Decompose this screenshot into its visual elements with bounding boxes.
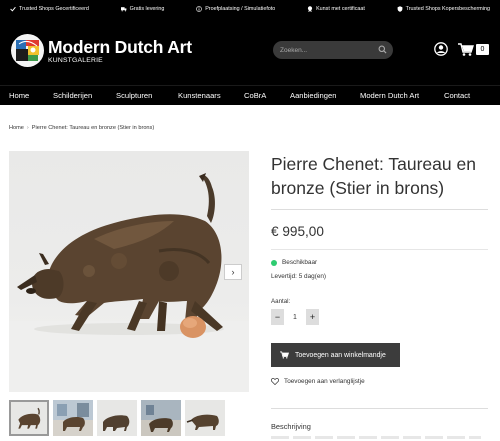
thumbnail-2[interactable]	[53, 400, 93, 436]
trust-item-label: Gratis levering	[129, 6, 165, 12]
divider	[271, 408, 488, 409]
trust-item-free-delivery: Gratis levering	[120, 6, 165, 12]
product-main-image[interactable]	[9, 151, 249, 392]
description-heading[interactable]: Beschrijving	[271, 422, 311, 431]
thumbnail-1[interactable]	[9, 400, 49, 436]
search-input[interactable]	[280, 46, 375, 54]
trust-item-label: Trusted Shops Gecertificeerd	[19, 6, 89, 12]
trust-item-label: Trusted Shops Kopersbescherming	[405, 6, 490, 12]
thumbnail-3[interactable]	[97, 400, 137, 436]
certificate-icon	[307, 6, 313, 12]
quantity-label: Aantal:	[271, 298, 291, 305]
thumbnail-strip	[9, 400, 249, 440]
nav-item-sculpturen[interactable]: Sculpturen	[116, 91, 152, 100]
trust-item-protection: Trusted Shops Kopersbescherming	[397, 6, 490, 12]
nav-item-contact[interactable]: Contact	[444, 91, 470, 100]
divider	[271, 249, 488, 250]
nav-item-kunstenaars[interactable]: Kunstenaars	[178, 91, 221, 100]
next-image-arrow[interactable]: ›	[224, 264, 242, 280]
nav-item-schilderijen[interactable]: Schilderijen	[53, 91, 92, 100]
heart-icon	[271, 378, 279, 385]
trust-item-proefplaatsing: Proefplaatsing / Simulatiefoto	[196, 6, 275, 12]
search-box[interactable]	[273, 41, 393, 59]
wishlist-label: Toevoegen aan verlanglijstje	[284, 378, 365, 385]
thumbnail-4[interactable]	[141, 400, 181, 436]
breadcrumb: Home › Pierre Chenet: Taureau en bronze (S…	[9, 125, 154, 131]
availability-dot	[271, 259, 277, 266]
nav-item-cobra[interactable]: CoBrA	[244, 91, 266, 100]
search-icon[interactable]	[378, 45, 387, 54]
nav-item-modern-dutch-art[interactable]: Modern Dutch Art	[360, 91, 419, 100]
brand-subtitle: KUNSTGALERIE	[48, 57, 103, 64]
cart-count-badge[interactable]: 0	[476, 44, 489, 55]
thumbnail-5[interactable]	[185, 400, 225, 436]
main-nav: Home Schilderijen Sculpturen Kunstenaars…	[0, 85, 500, 105]
truck-icon	[120, 6, 127, 12]
availability-label: Beschikbaar	[282, 259, 318, 266]
quantity-stepper: − 1 +	[271, 309, 319, 325]
nav-item-aanbiedingen[interactable]: Aanbiedingen	[290, 91, 336, 100]
nav-item-home[interactable]: Home	[9, 91, 29, 100]
shield-icon	[397, 6, 403, 12]
cart-icon	[280, 351, 289, 359]
brand-name[interactable]: Modern Dutch Art	[48, 37, 192, 58]
quantity-increase-button[interactable]: +	[306, 309, 319, 325]
trust-item-label: Proefplaatsing / Simulatiefoto	[205, 6, 276, 12]
trust-item-certificate: Kunst met certificaat	[307, 6, 365, 12]
availability-status: Beschikbaar	[271, 259, 317, 266]
add-to-cart-button[interactable]: Toevoegen aan winkelmandje	[271, 343, 400, 367]
logo[interactable]	[11, 34, 44, 67]
product-title: Pierre Chenet: Taureau en bronze (Stier …	[271, 154, 476, 198]
trust-bar: Trusted Shops Gecertificeerd Gratis leve…	[0, 0, 500, 18]
description-text-cutoff	[271, 436, 481, 439]
site-header: Modern Dutch Art KUNSTGALERIE 0	[0, 18, 500, 85]
add-to-wishlist-link[interactable]: Toevoegen aan verlanglijstje	[271, 378, 365, 385]
quantity-decrease-button[interactable]: −	[271, 309, 284, 325]
trust-item-certified: Trusted Shops Gecertificeerd	[10, 6, 89, 12]
trust-item-label: Kunst met certificaat	[316, 6, 365, 12]
cart-icon[interactable]	[458, 43, 474, 56]
add-to-cart-label: Toevoegen aan winkelmandje	[295, 351, 386, 359]
quantity-value[interactable]: 1	[284, 309, 306, 325]
breadcrumb-separator: ›	[26, 125, 29, 131]
user-icon[interactable]	[434, 42, 448, 56]
product-price: € 995,00	[271, 224, 324, 239]
info-icon	[196, 6, 203, 12]
delivery-time: Levertijd: 5 dag(en)	[271, 273, 327, 280]
breadcrumb-current: Pierre Chenet: Taureau en bronze (Stier …	[31, 125, 155, 131]
breadcrumb-home[interactable]: Home	[9, 125, 24, 131]
check-icon	[10, 6, 16, 12]
divider	[271, 209, 488, 210]
